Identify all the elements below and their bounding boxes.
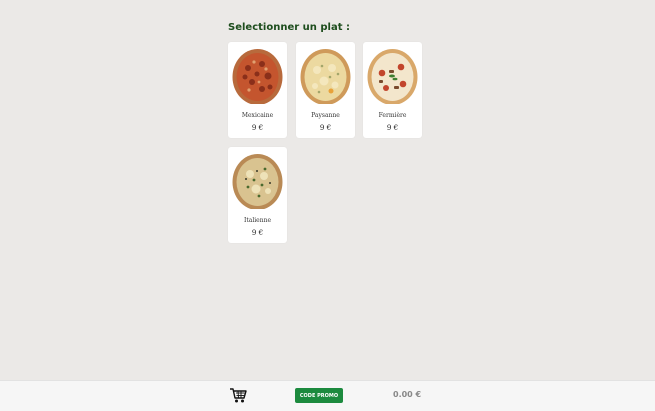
menu-item-name: Italienne: [243, 217, 272, 224]
cart-icon: [230, 388, 247, 403]
menu-item-price: 9 €: [251, 229, 264, 237]
menu-item-card[interactable]: Italienne 9 €: [228, 147, 287, 243]
menu-item-name: Fermière: [378, 112, 407, 119]
page-title: Selectionner un plat :: [228, 22, 350, 33]
pizza-paysanne-image: [300, 49, 351, 104]
menu-item-price: 9 €: [251, 124, 264, 132]
pizza-mexicaine-image: [232, 49, 283, 104]
menu-item-card[interactable]: Fermière 9 €: [363, 42, 422, 138]
footer-bar: CODE PROMO 0.00 €: [0, 380, 655, 411]
pizza-italienne-image: [232, 154, 283, 209]
menu-item-name: Mexicaine: [241, 112, 274, 119]
pizza-fermiere-image: [367, 49, 418, 104]
menu-item-price: 9 €: [386, 124, 399, 132]
menu-item-card[interactable]: Mexicaine 9 €: [228, 42, 287, 138]
menu-item-price: 9 €: [319, 124, 332, 132]
promo-code-button[interactable]: CODE PROMO: [295, 388, 343, 403]
cart-total: 0.00 €: [393, 390, 422, 399]
menu-item-name: Paysanne: [311, 112, 340, 119]
cart-button[interactable]: [229, 387, 247, 404]
menu-item-card[interactable]: Paysanne 9 €: [296, 42, 355, 138]
